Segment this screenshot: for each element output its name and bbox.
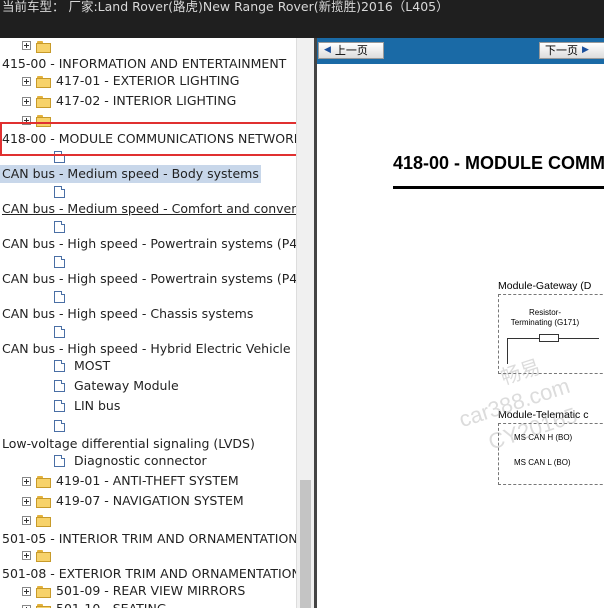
tree-item-label[interactable]: 501-10 - SEATING (56, 600, 167, 608)
document-icon (54, 326, 65, 338)
arrow-left-icon: ◀ (324, 45, 331, 55)
tree-item-label[interactable]: 419-07 - NAVIGATION SYSTEM (56, 492, 244, 510)
tree-item-label[interactable]: 501-05 - INTERIOR TRIM AND ORNAMENTATION (2, 530, 296, 548)
tree-item-label[interactable]: 501-09 - REAR VIEW MIRRORS (56, 582, 245, 600)
document-title: 418-00 - MODULE COMMUNICATIONS NETWORK (393, 153, 604, 173)
tree-item-label[interactable]: LIN bus (74, 397, 120, 415)
tree-item-label[interactable]: CAN bus - Medium speed - Comfort and con… (2, 200, 296, 218)
tree-item-label[interactable]: Low-voltage differential signaling (LVDS… (2, 435, 255, 453)
previous-page-button[interactable]: ◀ 上一页 (318, 42, 384, 59)
tree-item-label[interactable]: Gateway Module (74, 377, 179, 395)
tree-row[interactable] (0, 253, 296, 271)
resistor-label: Resistor- Terminating (G171) (510, 308, 580, 327)
folder-icon (36, 604, 51, 608)
tree-item-label[interactable]: CAN bus - High speed - Hybrid Electric V… (2, 340, 291, 358)
tree-item-label[interactable]: 415-00 - INFORMATION AND ENTERTAINMENT (2, 55, 286, 73)
highlight-box (0, 122, 296, 156)
scrollbar-thumb[interactable] (300, 480, 311, 608)
tree-row[interactable] (0, 417, 296, 435)
vehicle-title: 当前车型： 厂家:Land Rover(路虎)New Range Rover(新… (2, 0, 449, 14)
expand-icon[interactable] (22, 516, 31, 525)
expand-icon[interactable] (22, 587, 31, 596)
next-page-label: 下一页 (545, 44, 578, 57)
document-icon (54, 291, 65, 303)
expand-icon[interactable] (22, 97, 31, 106)
document-icon (54, 455, 65, 467)
document-icon (54, 360, 65, 372)
folder-icon (36, 550, 51, 562)
navigation-tree[interactable]: 415-00 - INFORMATION AND ENTERTAINMENT 4… (0, 38, 296, 608)
document-icon (54, 186, 65, 198)
tree-row[interactable] (0, 512, 296, 530)
expand-icon[interactable] (22, 77, 31, 86)
folder-icon (36, 76, 51, 88)
tree-item-label[interactable]: MOST (74, 357, 110, 375)
diagram-wire (559, 338, 599, 339)
tree-row[interactable] (0, 288, 296, 306)
folder-icon (36, 476, 51, 488)
expand-icon[interactable] (22, 41, 31, 50)
page-navigation-bar: ◀ 上一页 下一页 ▶ (317, 38, 604, 64)
expand-icon[interactable] (22, 477, 31, 486)
tree-item-label[interactable]: CAN bus - High speed - Chassis systems (2, 305, 253, 323)
tree-item-label-selected[interactable]: CAN bus - Medium speed - Body systems (0, 165, 261, 183)
tree-row[interactable] (0, 323, 296, 341)
expand-icon[interactable] (22, 551, 31, 560)
document-icon (54, 380, 65, 392)
tree-item-label[interactable]: 417-01 - EXTERIOR LIGHTING (56, 72, 239, 90)
tree-row[interactable] (0, 183, 296, 201)
document-viewer: ◀ 上一页 下一页 ▶ 418-00 - MODULE COMMUNICATIO… (317, 38, 604, 608)
folder-icon (36, 586, 51, 598)
can-low-label: MS CAN L (BO) (514, 458, 571, 467)
tree-scrollbar[interactable] (296, 38, 314, 608)
tree-row[interactable] (0, 547, 296, 565)
next-page-button[interactable]: 下一页 ▶ (539, 42, 604, 59)
folder-icon (36, 41, 51, 53)
tree-item-label[interactable]: CAN bus - High speed - Powertrain system… (2, 270, 296, 288)
document-icon (54, 221, 65, 233)
arrow-right-icon: ▶ (582, 45, 589, 55)
folder-icon (36, 515, 51, 527)
tree-item-label[interactable]: 417-02 - INTERIOR LIGHTING (56, 92, 236, 110)
document-icon (54, 256, 65, 268)
tree-item-label[interactable]: 419-01 - ANTI-THEFT SYSTEM (56, 472, 239, 490)
tree-row[interactable] (0, 218, 296, 236)
document-icon (54, 420, 65, 432)
document-icon (54, 400, 65, 412)
expand-icon[interactable] (22, 497, 31, 506)
previous-page-label: 上一页 (334, 44, 368, 57)
tree-item-label[interactable]: CAN bus - High speed - Powertrain system… (2, 235, 296, 253)
tree-item-label[interactable]: 501-08 - EXTERIOR TRIM AND ORNAMENTATION (2, 565, 296, 583)
tree-item-label[interactable]: Diagnostic connector (74, 452, 207, 470)
folder-icon (36, 496, 51, 508)
folder-icon (36, 96, 51, 108)
gateway-module-label: Module-Gateway (D (498, 280, 592, 292)
window-title-bar: 当前车型： 厂家:Land Rover(路虎)New Range Rover(新… (0, 0, 604, 38)
diagram-wire (507, 338, 539, 339)
resistor-symbol (539, 334, 559, 342)
tree-row[interactable] (0, 38, 296, 56)
title-rule (393, 186, 604, 189)
